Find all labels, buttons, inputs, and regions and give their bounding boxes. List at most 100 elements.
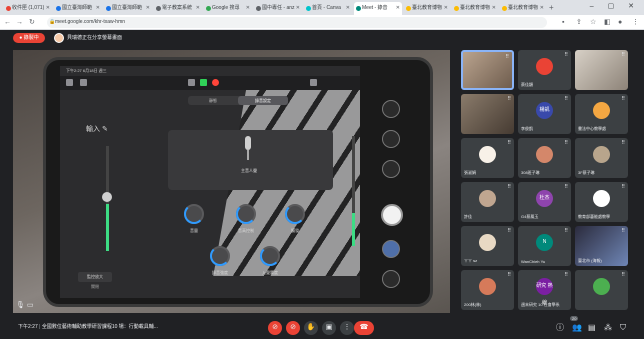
participant-tile[interactable]: ⠿: [575, 270, 628, 310]
tile-options-icon[interactable]: ⠿: [507, 96, 511, 102]
menu-icon[interactable]: [66, 79, 73, 86]
close-tab-icon[interactable]: ✕: [246, 2, 250, 15]
close-tab-icon[interactable]: ✕: [196, 2, 200, 15]
meeting-details-icon[interactable]: ⓘ: [556, 322, 564, 334]
end-call-button[interactable]: ☎: [354, 321, 374, 335]
participant-tile[interactable]: ⠿ 張淑娟: [461, 138, 514, 178]
browser-tab-active[interactable]: Meet - 錄音 ✕: [354, 2, 402, 15]
chat-icon[interactable]: ▤: [588, 322, 596, 334]
browser-tab[interactable]: 國立臺灣師範 ✕: [54, 2, 102, 15]
participant-tile[interactable]: ⠿ 楊凱 李俊凱: [518, 94, 571, 134]
people-icon[interactable]: 👥: [572, 322, 582, 334]
participant-tile[interactable]: ⠿: [461, 50, 514, 90]
browser-tab[interactable]: 臺北教育博物 ✕: [500, 2, 546, 15]
browser-tab[interactable]: Google 搜尋 ✕: [204, 2, 252, 15]
address-bar[interactable]: 🔒 meet.google.com/khr-txaw-hmn: [47, 17, 547, 28]
close-tab-icon[interactable]: ✕: [396, 2, 400, 15]
settings-icon[interactable]: [310, 79, 317, 86]
tile-options-icon[interactable]: ⠿: [507, 228, 511, 234]
input-gain-slider-thumb[interactable]: [102, 192, 112, 202]
tile-options-icon[interactable]: ⠿: [564, 140, 568, 146]
tile-options-icon[interactable]: ⠿: [507, 272, 511, 278]
volume-knob[interactable]: [184, 204, 204, 224]
mic-off-button[interactable]: ⊘: [268, 321, 282, 335]
present-button[interactable]: ▣: [322, 321, 336, 335]
tile-options-icon[interactable]: ⠿: [621, 96, 625, 102]
close-tab-icon[interactable]: ✕: [46, 2, 50, 15]
tile-options-icon[interactable]: ⠿: [621, 228, 625, 234]
tile-options-icon[interactable]: ⠿: [621, 52, 625, 58]
tile-options-icon[interactable]: ⠿: [564, 272, 568, 278]
close-tab-icon[interactable]: ✕: [540, 2, 544, 15]
camera-roll-thumbnail[interactable]: [382, 240, 400, 258]
participant-tile[interactable]: ⠿ N WanChieh Yu: [518, 226, 571, 266]
more-options-button[interactable]: ⋮: [340, 321, 354, 335]
host-controls-icon[interactable]: ⛉: [620, 322, 626, 334]
share-icon[interactable]: ⇪: [576, 17, 582, 28]
close-tab-icon[interactable]: ✕: [492, 2, 496, 15]
activities-icon[interactable]: ⁂: [604, 322, 612, 334]
browser-tab[interactable]: 臺北教育博物 ✕: [404, 2, 450, 15]
shutter-button[interactable]: [381, 204, 403, 226]
close-tab-icon[interactable]: ✕: [296, 2, 300, 15]
participant-tile[interactable]: ⠿ 杜杰 G4蔡鳳玉: [518, 182, 571, 222]
window-controls[interactable]: – ▢ ✕: [590, 0, 640, 14]
participant-tile[interactable]: ⠿ 3F蔡子琳: [575, 138, 628, 178]
bookmark-star-icon[interactable]: ☆: [590, 17, 596, 28]
new-tab-button[interactable]: +: [549, 2, 554, 13]
participant-tile[interactable]: ⠿ 308班子琳: [518, 138, 571, 178]
browser-tab[interactable]: 臺北教育博物 ✕: [452, 2, 498, 15]
raise-hand-button[interactable]: ✋: [304, 321, 318, 335]
participant-tile[interactable]: ⠿ 研究 熱線 週末研究 10 社會學系: [518, 270, 571, 310]
participant-tile[interactable]: ⠿ ㄚㄚ sz: [461, 226, 514, 266]
monitor-button[interactable]: 監控放大: [78, 272, 112, 282]
back-icon[interactable]: ←: [4, 17, 11, 28]
participant-tile[interactable]: ⠿ 教育部藝能處教學: [575, 182, 628, 222]
close-tab-icon[interactable]: ✕: [146, 2, 150, 15]
tile-options-icon[interactable]: ⠿: [564, 184, 568, 190]
live-photo-icon[interactable]: [382, 160, 400, 178]
browser-tab[interactable]: 收件匣 (1,071) ✕: [4, 2, 52, 15]
play-icon[interactable]: [200, 79, 207, 86]
switch-camera-icon[interactable]: [382, 270, 400, 288]
browser-icon[interactable]: [80, 79, 87, 86]
participant-tile[interactable]: ⠿: [575, 50, 628, 90]
hdr-icon[interactable]: [382, 130, 400, 148]
participant-tile[interactable]: ⠿ 書法中心教學處: [575, 94, 628, 134]
pitch-control-knob[interactable]: [236, 204, 256, 224]
close-tab-icon[interactable]: ✕: [444, 2, 448, 15]
browser-tab[interactable]: 電子教案系統 ✕: [154, 2, 202, 15]
input-loudness-knob[interactable]: [260, 246, 280, 266]
mode-tab-selected[interactable]: 錄音設定: [238, 96, 288, 105]
recording-strength-knob[interactable]: [210, 246, 230, 266]
trigger-knob[interactable]: [285, 204, 305, 224]
participant-tile[interactable]: ⠿ 臺北市 (海報): [575, 226, 628, 266]
participant-tile[interactable]: ⠿ 200林(林): [461, 270, 514, 310]
browser-tab[interactable]: 國中專任 - anz ✕: [254, 2, 302, 15]
recording-badge[interactable]: ● 錄製中: [13, 33, 45, 43]
close-tab-icon[interactable]: ✕: [346, 2, 350, 15]
tile-options-icon[interactable]: ⠿: [564, 96, 568, 102]
mode-tab[interactable]: 靜態: [188, 96, 238, 105]
browser-tab[interactable]: 國立臺灣師範 ✕: [104, 2, 152, 15]
tile-options-icon[interactable]: ⠿: [621, 272, 625, 278]
forward-icon[interactable]: →: [16, 17, 23, 28]
tile-options-icon[interactable]: ⠿: [507, 184, 511, 190]
tile-options-icon[interactable]: ⠿: [564, 228, 568, 234]
reload-icon[interactable]: ↻: [29, 17, 35, 28]
tile-options-icon[interactable]: ⠿: [564, 52, 568, 58]
close-tab-icon[interactable]: ✕: [96, 2, 100, 15]
camera-permission-icon[interactable]: ▪: [562, 17, 564, 28]
tile-options-icon[interactable]: ⠿: [621, 184, 625, 190]
rewind-icon[interactable]: [188, 79, 195, 86]
participant-tile[interactable]: ⠿ 蔡佳穎: [518, 50, 571, 90]
tile-options-icon[interactable]: ⠿: [507, 140, 511, 146]
browser-tab[interactable]: 首頁 - Canva ✕: [304, 2, 352, 15]
browser-menu-icon[interactable]: ⋮: [632, 17, 639, 28]
record-icon[interactable]: [212, 79, 219, 86]
participant-tile[interactable]: ⠿: [461, 94, 514, 134]
flash-icon[interactable]: [382, 100, 400, 118]
camera-off-button[interactable]: ⊘: [286, 321, 300, 335]
participant-tile[interactable]: ⠿ 許佳: [461, 182, 514, 222]
profile-avatar[interactable]: ●: [618, 17, 622, 28]
